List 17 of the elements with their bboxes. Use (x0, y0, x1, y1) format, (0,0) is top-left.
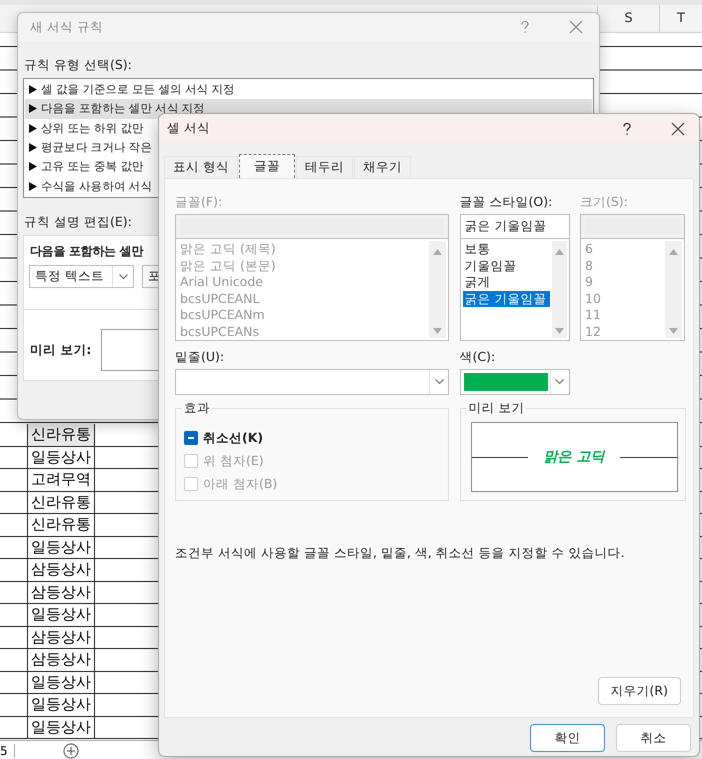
description-text: 조건부 서식에 사용할 글꼴 스타일, 밑줄, 색, 취소선 등을 지정할 수 있습니다. (175, 545, 626, 562)
group-label: 효과 (182, 400, 212, 417)
checkbox: 아래 첨자(B) (184, 475, 448, 493)
field-label: 밑줄(U): (175, 349, 226, 366)
panel-heading: 다음을 포함하는 셀만 (30, 243, 144, 260)
field-label: 글꼴(F): (175, 194, 224, 211)
window-title: 새 서식 규칙 (30, 18, 104, 36)
field-label: 크기(S): (580, 194, 629, 211)
field-label: 글꼴 스타일(O): (460, 194, 554, 211)
section-label: 규칙 설명 편집(E): (24, 214, 132, 231)
preview-text: 맑은 고딕 (544, 448, 604, 466)
checkbox: 위 첨자(E) (184, 452, 448, 470)
section-label: 규칙 유형 선택(S): (24, 57, 132, 74)
field-label: 색(C): (460, 349, 496, 366)
group-label: 미리 보기 (466, 400, 526, 417)
preview-label: 미리 보기: (30, 342, 92, 358)
window-title: 셀 서식 (167, 120, 211, 137)
